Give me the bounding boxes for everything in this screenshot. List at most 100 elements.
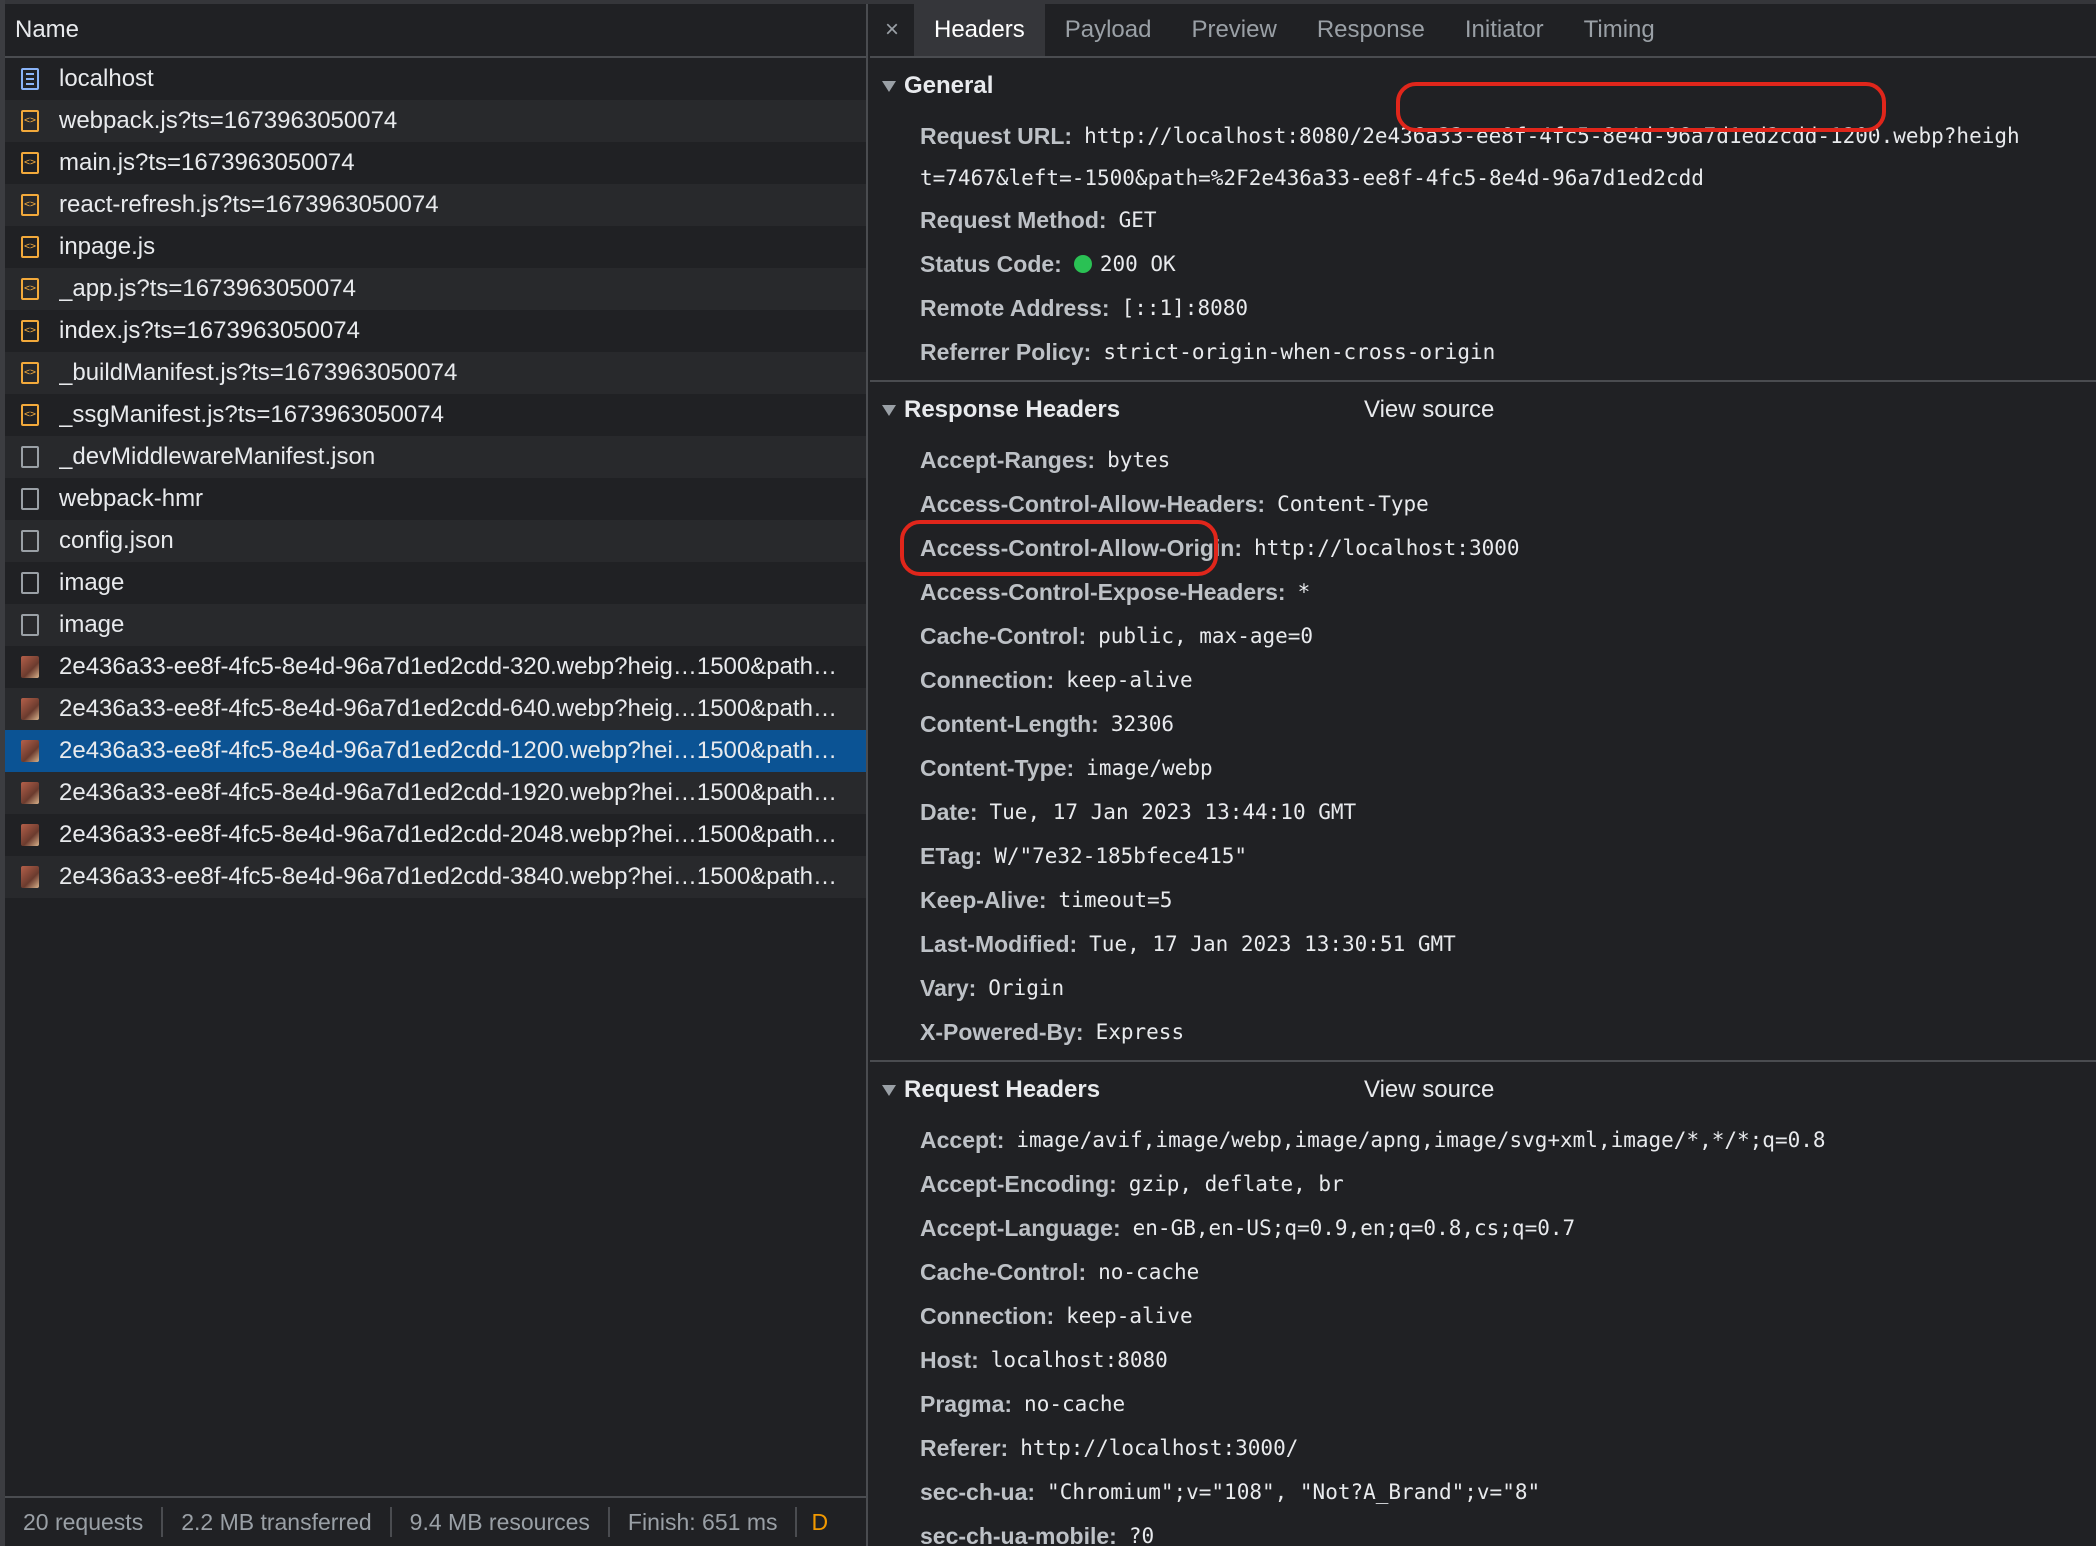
request-row[interactable]: <> react-refresh.js?ts=1673963050074 (5, 184, 866, 226)
request-row[interactable]: <> webpack.js?ts=1673963050074 (5, 100, 866, 142)
header-value[interactable]: Tue, 17 Jan 2023 13:44:10 GMT (990, 800, 1357, 824)
tab-timing[interactable]: Timing (1564, 4, 1675, 56)
request-row[interactable]: image (5, 562, 866, 604)
header-value[interactable]: Express (1096, 1020, 1185, 1044)
finish-time: Finish: 651 ms (610, 1507, 798, 1537)
header-value[interactable]: GET (1119, 208, 1157, 232)
script-icon: <> (21, 278, 39, 300)
header-value[interactable]: no-cache (1024, 1392, 1125, 1416)
collapse-triangle-icon (882, 1084, 896, 1096)
response-view-source-link[interactable]: View source (1364, 396, 1494, 424)
collapse-triangle-icon (882, 404, 896, 416)
name-column-header[interactable]: Name (5, 4, 866, 58)
header-row: Accept: image/avif,image/webp,image/apng,… (870, 1118, 2096, 1162)
tab-preview[interactable]: Preview (1171, 4, 1296, 56)
header-value[interactable]: [::1]:8080 (1122, 296, 1248, 320)
header-value[interactable]: image/avif,image/webp,image/apng,image/s… (1016, 1128, 1825, 1152)
header-value[interactable]: keep-alive (1066, 668, 1192, 692)
image-icon (21, 740, 39, 762)
request-row[interactable]: <> _ssgManifest.js?ts=1673963050074 (5, 394, 866, 436)
header-value[interactable]: ?0 (1129, 1524, 1154, 1546)
header-value[interactable]: "Chromium";v="108", "Not?A_Brand";v="8" (1047, 1480, 1540, 1504)
header-value[interactable]: 200 OK (1100, 252, 1176, 276)
tab-initiator[interactable]: Initiator (1445, 4, 1564, 56)
header-value[interactable]: en-GB,en-US;q=0.9,en;q=0.8,cs;q=0.7 (1133, 1216, 1576, 1240)
header-value[interactable]: Content-Type (1277, 492, 1429, 516)
header-key: Accept-Ranges: (920, 446, 1096, 473)
header-value[interactable]: timeout=5 (1059, 888, 1173, 912)
tab-response[interactable]: Response (1297, 4, 1445, 56)
request-row[interactable]: <> _app.js?ts=1673963050074 (5, 268, 866, 310)
request-name: 2e436a33-ee8f-4fc5-8e4d-96a7d1ed2cdd-320… (59, 653, 837, 680)
request-name: 2e436a33-ee8f-4fc5-8e4d-96a7d1ed2cdd-640… (59, 695, 837, 722)
header-row: Referrer Policy: strict-origin-when-cross… (870, 330, 2096, 374)
header-value[interactable]: * (1298, 580, 1311, 604)
file-icon (21, 446, 39, 468)
header-value[interactable]: public, max-age=0 (1098, 624, 1313, 648)
header-value[interactable]: http://localhost:3000 (1254, 536, 1520, 560)
request-row[interactable]: 2e436a33-ee8f-4fc5-8e4d-96a7d1ed2cdd-204… (5, 814, 866, 856)
request-row[interactable]: 2e436a33-ee8f-4fc5-8e4d-96a7d1ed2cdd-384… (5, 856, 866, 898)
request-view-source-link[interactable]: View source (1364, 1076, 1494, 1104)
request-headers-section-header[interactable]: Request Headers View source (870, 1062, 2096, 1118)
header-value[interactable]: keep-alive (1066, 1304, 1192, 1328)
tab-payload[interactable]: Payload (1045, 4, 1172, 56)
header-value[interactable]: 32306 (1111, 712, 1174, 736)
request-row[interactable]: localhost (5, 58, 866, 100)
header-value[interactable]: Origin (988, 976, 1064, 1000)
request-row[interactable]: 2e436a33-ee8f-4fc5-8e4d-96a7d1ed2cdd-120… (5, 730, 866, 772)
request-row[interactable]: 2e436a33-ee8f-4fc5-8e4d-96a7d1ed2cdd-640… (5, 688, 866, 730)
request-row[interactable]: <> _buildManifest.js?ts=1673963050074 (5, 352, 866, 394)
request-name: 2e436a33-ee8f-4fc5-8e4d-96a7d1ed2cdd-384… (59, 863, 837, 890)
request-headers-title: Request Headers (904, 1076, 1101, 1103)
request-row[interactable]: image (5, 604, 866, 646)
request-count: 20 requests (5, 1507, 164, 1537)
request-row[interactable]: _devMiddlewareManifest.json (5, 436, 866, 478)
header-value[interactable]: localhost:8080 (991, 1348, 1168, 1372)
header-value[interactable]: W/"7e32-185bfece415" (994, 844, 1247, 868)
request-url-value[interactable]: http://localhost:8080/2e436a33-ee8f-4fc5… (1084, 124, 2020, 148)
request-row[interactable]: webpack-hmr (5, 478, 866, 520)
general-section-header[interactable]: General (870, 58, 2096, 114)
header-key: Accept-Language: (920, 1214, 1121, 1241)
request-rows: localhost <> webpack.js?ts=1673963050074 <>… (5, 58, 866, 898)
image-icon (21, 698, 39, 720)
request-name: _devMiddlewareManifest.json (59, 443, 376, 470)
header-key: Remote Address: (920, 294, 1110, 321)
collapse-triangle-icon (882, 80, 896, 92)
close-icon[interactable]: × (870, 4, 914, 56)
header-value[interactable]: bytes (1107, 448, 1170, 472)
header-key: Connection: (920, 666, 1055, 693)
request-row[interactable]: <> main.js?ts=1673963050074 (5, 142, 866, 184)
header-value[interactable]: http://localhost:3000/ (1020, 1436, 1298, 1460)
header-value[interactable]: strict-origin-when-cross-origin (1103, 340, 1495, 364)
request-url-continuation[interactable]: t=7467&left=-1500&path=%2F2e436a33-ee8f-… (870, 158, 2096, 198)
request-row[interactable]: <> inpage.js (5, 226, 866, 268)
header-value[interactable]: gzip, deflate, br (1129, 1172, 1344, 1196)
request-row[interactable]: 2e436a33-ee8f-4fc5-8e4d-96a7d1ed2cdd-192… (5, 772, 866, 814)
request-row[interactable]: config.json (5, 520, 866, 562)
header-value[interactable]: no-cache (1098, 1260, 1199, 1284)
header-row: Last-Modified: Tue, 17 Jan 2023 13:30:51 … (870, 922, 2096, 966)
header-key: Access-Control-Expose-Headers: (920, 578, 1286, 605)
header-row: Vary: Origin (870, 966, 2096, 1010)
header-row: Content-Length: 32306 (870, 702, 2096, 746)
request-name: react-refresh.js?ts=1673963050074 (59, 191, 439, 218)
request-name: _app.js?ts=1673963050074 (59, 275, 356, 302)
header-row: Content-Type: image/webp (870, 746, 2096, 790)
image-icon (21, 824, 39, 846)
request-name: webpack.js?ts=1673963050074 (59, 107, 398, 134)
file-icon (21, 488, 39, 510)
request-row[interactable]: 2e436a33-ee8f-4fc5-8e4d-96a7d1ed2cdd-320… (5, 646, 866, 688)
header-value[interactable]: image/webp (1086, 756, 1212, 780)
request-name: image (59, 569, 125, 596)
header-value[interactable]: Tue, 17 Jan 2023 13:30:51 GMT (1089, 932, 1456, 956)
tab-headers[interactable]: Headers (914, 4, 1045, 56)
status-ok-icon (1073, 255, 1092, 273)
request-row[interactable]: <> index.js?ts=1673963050074 (5, 310, 866, 352)
request-name: inpage.js (59, 233, 156, 260)
response-headers-section-header[interactable]: Response Headers View source (870, 382, 2096, 438)
request-name: 2e436a33-ee8f-4fc5-8e4d-96a7d1ed2cdd-204… (59, 821, 837, 848)
request-list-pane: Name localhost <> webpack.js?ts=1673963050… (5, 4, 868, 1546)
response-headers-title: Response Headers (904, 396, 1121, 423)
